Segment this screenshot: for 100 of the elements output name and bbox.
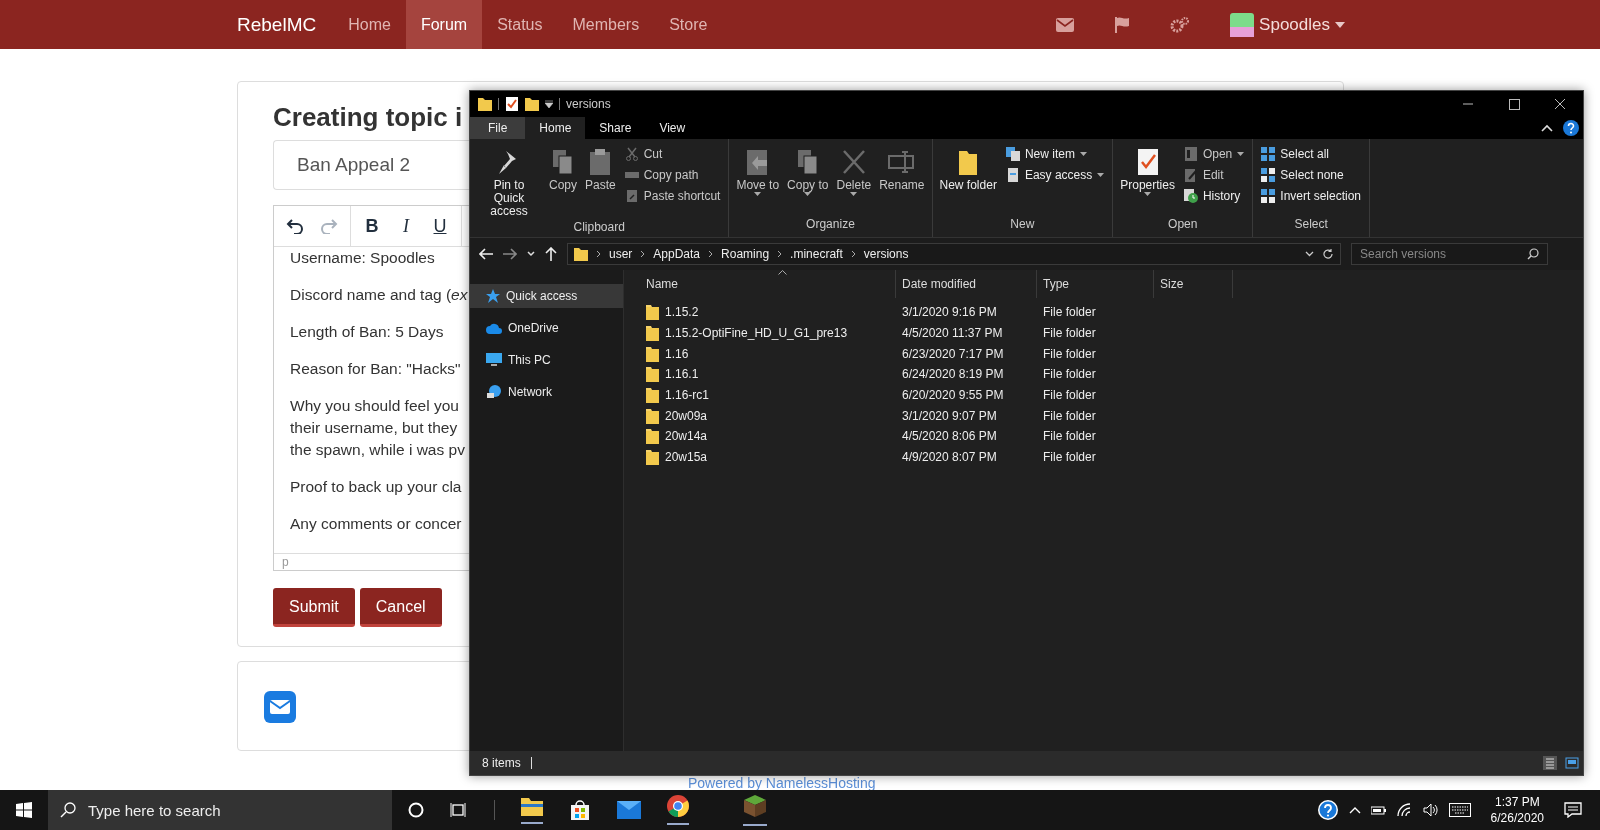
notifications-icon[interactable] [1564, 802, 1582, 818]
submit-button[interactable]: Submit [273, 588, 355, 627]
windows-start-icon[interactable] [16, 802, 32, 818]
wifi-icon[interactable] [1396, 803, 1413, 817]
store-bag-icon[interactable] [569, 799, 591, 821]
details-view-icon[interactable] [1543, 756, 1557, 770]
column-header[interactable]: Size [1154, 270, 1233, 298]
breadcrumb[interactable]: user [609, 247, 633, 261]
address-bar[interactable]: user AppData Roaming .minecraft versions [567, 243, 1341, 265]
chrome-icon[interactable] [667, 795, 689, 825]
user-menu[interactable]: Spoodles [1230, 12, 1345, 37]
refresh-icon[interactable] [1322, 248, 1334, 260]
nav-link[interactable]: Home [333, 0, 406, 49]
chevron-down-icon[interactable] [1305, 251, 1314, 257]
clock[interactable]: 1:37 PM 6/26/2020 [1490, 794, 1544, 826]
folder-icon [646, 325, 659, 342]
keyboard-icon[interactable] [1448, 803, 1471, 817]
help-icon[interactable] [1563, 120, 1579, 136]
ribbon-button[interactable]: Easy access [1001, 164, 1109, 185]
task-view-icon[interactable] [450, 802, 468, 818]
chevron-right-icon[interactable] [850, 250, 856, 258]
caret-icon [1335, 21, 1345, 28]
nav-pane-item[interactable]: Network [470, 380, 623, 404]
ribbon-button[interactable]: New item [1001, 143, 1109, 164]
ribbon-button[interactable]: Select all [1257, 143, 1365, 164]
italic-button[interactable]: I [391, 211, 421, 241]
nav-pane-item[interactable]: OneDrive [470, 316, 623, 340]
folder-icon [646, 387, 659, 404]
grass-block-icon[interactable] [743, 794, 767, 826]
folder-icon[interactable] [521, 796, 543, 824]
date-cell: 3/1/2020 9:16 PM [902, 305, 997, 320]
speaker-icon[interactable] [1422, 803, 1439, 817]
collapse-ribbon-icon[interactable] [1541, 124, 1553, 132]
taskbar-search-field[interactable]: Type here to search [48, 790, 392, 830]
date-cell: 4/5/2020 11:37 PM [902, 326, 1003, 341]
flag-icon[interactable] [1114, 16, 1131, 33]
breadcrumb[interactable]: Roaming [721, 247, 770, 261]
nav-link[interactable]: Status [482, 0, 558, 49]
folder-icon [646, 449, 659, 466]
chevron-right-icon[interactable] [708, 250, 714, 258]
brand-link[interactable]: RebelMC [237, 0, 317, 49]
caret-icon [804, 192, 812, 196]
bold-button[interactable]: B [357, 211, 387, 241]
group-label: Organize [805, 217, 856, 233]
nav-link[interactable]: Store [654, 0, 723, 49]
cancel-button[interactable]: Cancel [359, 588, 442, 627]
ribbon-button[interactable]: New folder [936, 143, 1000, 217]
large-icons-view-icon[interactable] [1565, 756, 1579, 770]
type-cell: File folder [1043, 429, 1096, 444]
ribbon-button[interactable]: History [1179, 185, 1249, 206]
avatar-icon [1230, 12, 1255, 37]
nav-pane-item[interactable]: Quick access [470, 284, 623, 308]
chevron-right-icon[interactable] [596, 250, 601, 258]
chevron-up-icon[interactable] [1348, 806, 1361, 814]
ribbon-button[interactable]: Select none [1257, 164, 1365, 185]
file-name[interactable]: 1.16-rc1 [665, 388, 710, 403]
ribbon-tab[interactable]: View [645, 117, 700, 139]
file-name[interactable]: 1.15.2-OptiFine_HD_U_G1_pre13 [665, 326, 848, 341]
envelope-icon[interactable] [264, 691, 296, 723]
folder-icon[interactable] [525, 97, 539, 111]
breadcrumb[interactable]: .minecraft [790, 247, 843, 261]
ribbon-button[interactable]: Invert selection [1257, 185, 1365, 206]
chevron-right-icon[interactable] [777, 250, 783, 258]
underline-button[interactable]: U [425, 211, 455, 241]
dropdown-icon[interactable] [545, 100, 553, 108]
back-icon[interactable] [479, 248, 493, 260]
search-field[interactable]: Search versions [1351, 243, 1548, 265]
up-arrow-icon[interactable] [545, 247, 557, 261]
file-name[interactable]: 20w15a [665, 450, 708, 465]
file-name[interactable]: 1.15.2 [665, 305, 699, 320]
help-icon[interactable] [1316, 799, 1339, 821]
chevron-down-icon[interactable] [527, 251, 535, 257]
envelope-icon[interactable] [1056, 17, 1075, 32]
column-header[interactable]: Date modified [896, 270, 1037, 298]
column-header[interactable]: Name [640, 270, 896, 298]
file-name[interactable]: 1.16 [665, 346, 689, 361]
ribbon-tab[interactable]: File [470, 117, 526, 139]
ribbon-button[interactable]: Properties [1117, 143, 1178, 217]
properties-icon[interactable] [505, 97, 519, 111]
ribbon-tab[interactable]: Share [585, 117, 646, 139]
column-header[interactable]: Type [1037, 270, 1154, 298]
breadcrumb[interactable]: AppData [653, 247, 701, 261]
caret-icon [754, 192, 762, 196]
file-name[interactable]: 1.16.1 [665, 367, 699, 382]
ribbon-tab[interactable]: Home [525, 117, 586, 139]
breadcrumb[interactable]: versions [863, 247, 909, 261]
file-name[interactable]: 20w09a [665, 408, 708, 423]
forward-icon[interactable] [503, 248, 517, 260]
nav-link[interactable]: Members [557, 0, 655, 49]
chevron-right-icon[interactable] [640, 250, 646, 258]
file-name[interactable]: 20w14a [665, 429, 708, 444]
caret-icon [1079, 151, 1087, 156]
new-item-icon [1005, 146, 1020, 161]
nav-pane-item[interactable]: This PC [470, 348, 623, 372]
nav-link[interactable]: Forum [405, 0, 483, 49]
ribbon-button[interactable]: Pin to Quick access [474, 143, 544, 220]
battery-icon[interactable] [1370, 804, 1387, 816]
date-cell: 6/24/2020 8:19 PM [902, 367, 1004, 382]
cortana-icon[interactable] [408, 802, 424, 818]
search-icon [60, 802, 76, 818]
